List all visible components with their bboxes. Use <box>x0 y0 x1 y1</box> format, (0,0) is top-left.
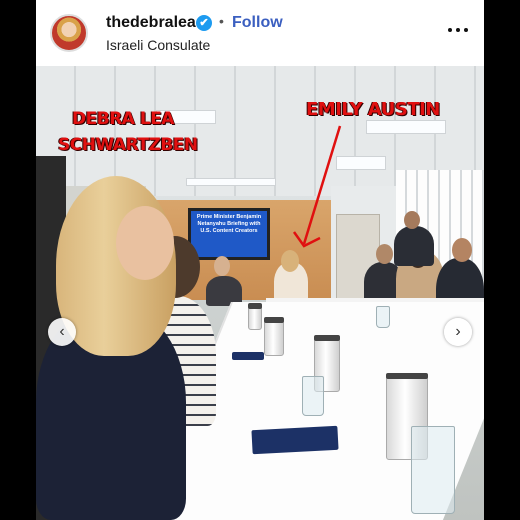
more-options-icon[interactable] <box>446 20 470 40</box>
follow-button[interactable]: Follow <box>232 14 283 32</box>
post-header: thedebralea ✔ • Follow Israeli Consulate <box>36 0 484 66</box>
carousel-next-button[interactable]: › <box>444 318 472 346</box>
verified-badge-icon: ✔ <box>196 15 212 31</box>
red-arrow-icon <box>292 125 342 248</box>
location-link[interactable]: Israeli Consulate <box>106 37 210 53</box>
username[interactable]: thedebralea <box>106 14 196 32</box>
carousel-prev-button[interactable]: ‹ <box>48 318 76 346</box>
separator-dot: • <box>219 13 224 29</box>
instagram-post: thedebralea ✔ • Follow Israeli Consulate… <box>36 0 484 520</box>
post-photo: Prime Minister Benjamin Netanyahu Briefi… <box>36 66 484 520</box>
avatar[interactable] <box>50 14 88 52</box>
